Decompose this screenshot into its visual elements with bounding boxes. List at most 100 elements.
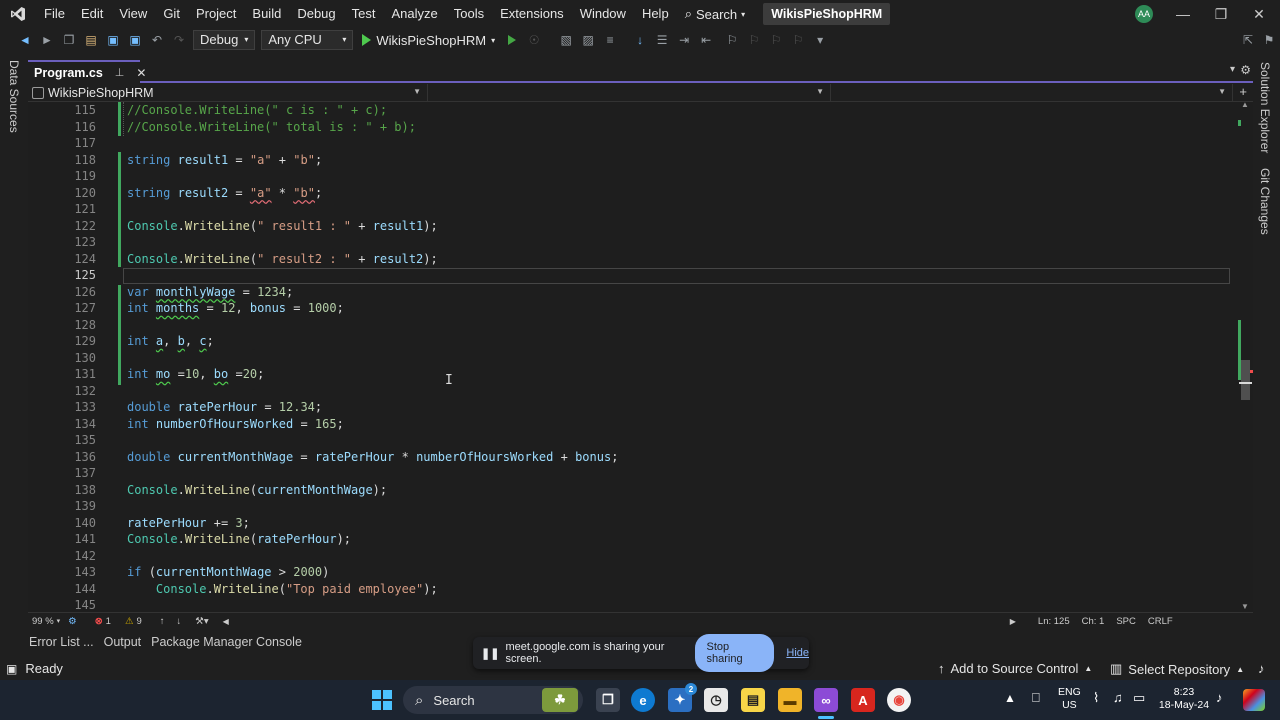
- add-to-source-control-button[interactable]: ↑ Add to Source Control ▲: [938, 661, 1092, 676]
- layout-icon[interactable]: ▨: [579, 31, 597, 49]
- prev-bookmark-icon[interactable]: ⚐: [745, 31, 763, 49]
- project-dropdown[interactable]: WikisPieShopHRM ▼: [28, 84, 428, 102]
- code-editor[interactable]: 115 116 117 118 119 120 121 122 123 124 125 126 127 1…: [28, 102, 1238, 612]
- visual-studio-taskbar-icon[interactable]: ∞: [814, 688, 838, 712]
- code-cleanup-icon[interactable]: ⚙: [68, 616, 77, 627]
- menu-debug[interactable]: Debug: [289, 0, 343, 28]
- select-repository-button[interactable]: ▥ Select Repository ▲: [1110, 661, 1244, 677]
- menu-tools[interactable]: Tools: [446, 0, 492, 28]
- zoom-level[interactable]: 99 % ▾: [32, 616, 60, 627]
- menu-extensions[interactable]: Extensions: [492, 0, 572, 28]
- edge-browser-icon[interactable]: e: [631, 688, 655, 712]
- open-file-icon[interactable]: ▤: [82, 31, 100, 49]
- menu-edit[interactable]: Edit: [73, 0, 111, 28]
- feedback-icon[interactable]: ⚑: [1260, 31, 1278, 49]
- menu-test[interactable]: Test: [344, 0, 384, 28]
- member-dropdown[interactable]: ▼: [831, 84, 1233, 102]
- step-into-icon[interactable]: ↓: [631, 31, 649, 49]
- configuration-select[interactable]: Debug ▾: [193, 30, 256, 50]
- sticky-notes-icon[interactable]: ▤: [741, 688, 765, 712]
- browse-icon[interactable]: ▧: [557, 31, 575, 49]
- bookmark-icon[interactable]: ⚐: [723, 31, 741, 49]
- tab-list-dropdown-icon[interactable]: ▾: [1230, 64, 1235, 75]
- search-menu[interactable]: ⌕ Search ▾: [677, 6, 754, 22]
- platform-select[interactable]: Any CPU ▾: [261, 30, 354, 50]
- account-avatar[interactable]: AA: [1135, 5, 1153, 23]
- tab-package-manager-console[interactable]: Package Manager Console: [146, 635, 307, 649]
- teams-icon[interactable]: ✦ 2: [668, 683, 697, 712]
- output-window-icon[interactable]: ▣: [6, 662, 17, 676]
- navigate-back-icon[interactable]: ◄: [16, 31, 34, 49]
- hide-banner-link[interactable]: Hide: [786, 647, 809, 659]
- format-icon[interactable]: ≡: [601, 31, 619, 49]
- type-dropdown[interactable]: ▼: [428, 84, 831, 102]
- clock-app-icon[interactable]: ◷: [704, 688, 728, 712]
- volume-icon[interactable]: ♫: [1113, 691, 1123, 704]
- menu-view[interactable]: View: [111, 0, 155, 28]
- column-indicator[interactable]: Ch: 1: [1082, 616, 1105, 627]
- file-explorer-icon[interactable]: ▬: [778, 688, 802, 712]
- input-language-indicator[interactable]: ENG US: [1058, 686, 1081, 712]
- save-icon[interactable]: ▣: [104, 31, 122, 49]
- notifications-bell-icon[interactable]: ♪: [1258, 661, 1265, 676]
- line-ending-indicator[interactable]: CRLF: [1148, 616, 1173, 627]
- acrobat-icon[interactable]: A: [851, 688, 875, 712]
- menu-build[interactable]: Build: [244, 0, 289, 28]
- clock-tray[interactable]: 8:23 18-May-24: [1158, 686, 1210, 712]
- redo-icon[interactable]: ↷: [170, 31, 188, 49]
- battery-icon[interactable]: ▭: [1133, 691, 1145, 704]
- scroll-thumb[interactable]: [1241, 360, 1250, 400]
- weather-widget-icon[interactable]: ☘: [542, 688, 578, 712]
- quick-actions-icon[interactable]: ⚒▾: [195, 616, 208, 627]
- close-icon[interactable]: ✕: [136, 66, 146, 80]
- menu-file[interactable]: File: [36, 0, 73, 28]
- scroll-right-icon[interactable]: ▶: [1010, 617, 1016, 626]
- notification-bell-icon[interactable]: ♪: [1216, 691, 1223, 704]
- whitespace-indicator[interactable]: SPC: [1116, 616, 1136, 627]
- navigate-forward-icon[interactable]: ►: [38, 31, 56, 49]
- live-share-icon[interactable]: ⇱: [1239, 31, 1257, 49]
- menu-git[interactable]: Git: [155, 0, 188, 28]
- windows-start-icon[interactable]: [370, 688, 394, 712]
- next-bookmark-icon[interactable]: ⚐: [767, 31, 785, 49]
- start-without-debugging-icon[interactable]: [503, 31, 521, 49]
- hot-reload-icon[interactable]: ☉: [525, 31, 543, 49]
- outdent-icon[interactable]: ⇤: [697, 31, 715, 49]
- task-view-icon[interactable]: ❐: [596, 688, 620, 712]
- warning-count[interactable]: ⚠ 9: [125, 616, 142, 627]
- clear-bookmarks-icon[interactable]: ⚐: [789, 31, 807, 49]
- menu-project[interactable]: Project: [188, 0, 244, 28]
- error-count[interactable]: ⊗ 1: [95, 616, 111, 627]
- comment-icon[interactable]: ☰: [653, 31, 671, 49]
- tab-error-list[interactable]: Error List ...: [24, 635, 99, 649]
- tab-program-cs[interactable]: Program.cs ⊥ ✕: [28, 60, 146, 83]
- indent-icon[interactable]: ⇥: [675, 31, 693, 49]
- undo-icon[interactable]: ↶: [148, 31, 166, 49]
- microphone-icon[interactable]: ⎕: [1032, 691, 1040, 704]
- new-project-icon[interactable]: ❐: [60, 31, 78, 49]
- menu-window[interactable]: Window: [572, 0, 634, 28]
- next-issue-icon[interactable]: ↓: [177, 616, 182, 627]
- solution-explorer-tab[interactable]: Solution Explorer: [1258, 62, 1272, 153]
- git-changes-tab[interactable]: Git Changes: [1258, 168, 1272, 235]
- scroll-left-icon[interactable]: ◀: [223, 617, 229, 626]
- stop-sharing-button[interactable]: Stop sharing: [694, 634, 775, 672]
- close-window-button[interactable]: ✕: [1236, 0, 1280, 28]
- editor-vertical-scrollbar[interactable]: ▲ ▼: [1238, 100, 1253, 612]
- tab-output[interactable]: Output: [99, 635, 147, 649]
- copilot-icon[interactable]: [1243, 689, 1265, 711]
- save-all-icon[interactable]: ▣: [126, 31, 144, 49]
- chrome-icon[interactable]: ◉: [887, 688, 911, 712]
- start-debugging-button[interactable]: WikisPieShopHRM ▾: [362, 33, 495, 48]
- scroll-down-icon[interactable]: ▼: [1241, 602, 1249, 611]
- toolbar-overflow-icon[interactable]: ▾: [811, 31, 829, 49]
- wifi-icon[interactable]: ⌇: [1093, 691, 1099, 704]
- gear-icon[interactable]: ⚙: [1240, 63, 1251, 77]
- data-sources-tab[interactable]: Data Sources: [7, 60, 21, 133]
- pin-icon[interactable]: ⊥: [115, 66, 125, 79]
- split-add-icon[interactable]: +: [1239, 84, 1247, 99]
- menu-help[interactable]: Help: [634, 0, 677, 28]
- tray-overflow-icon[interactable]: ▲: [1004, 692, 1016, 705]
- line-indicator[interactable]: Ln: 125: [1038, 616, 1070, 627]
- scroll-up-icon[interactable]: ▲: [1241, 100, 1249, 109]
